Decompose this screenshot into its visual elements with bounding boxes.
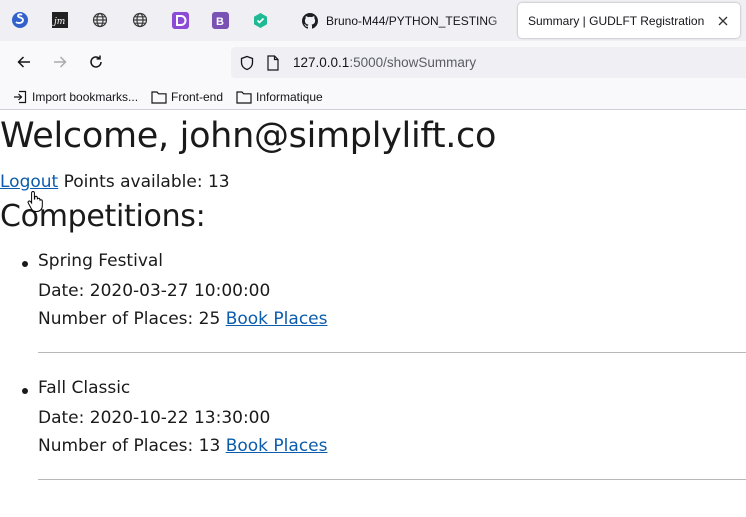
competition-date: Date: 2020-10-22 13:30:00 <box>38 408 271 428</box>
list-bullet <box>22 261 28 267</box>
competition-date: Date: 2020-03-27 10:00:00 <box>38 281 271 301</box>
bookmark-label: Informatique <box>256 90 323 104</box>
bookmark-folder-informatique[interactable]: Informatique <box>236 88 323 106</box>
divider <box>38 479 746 480</box>
book-places-link[interactable]: Book Places <box>226 309 328 329</box>
close-icon <box>718 16 728 25</box>
svg-text:jm: jm <box>52 17 65 27</box>
github-icon <box>302 12 318 29</box>
pinned-tab-globe-2[interactable] <box>129 9 151 31</box>
bootstrap-icon: B <box>211 11 229 29</box>
url-text[interactable]: 127.0.0.1:5000/showSummary <box>293 55 476 70</box>
tab-github[interactable]: Bruno-M44/PYTHON_TESTING <box>290 3 516 38</box>
arrow-right-icon <box>54 56 67 68</box>
list-bullet <box>22 388 28 394</box>
pinned-tab-simplenote[interactable] <box>9 9 31 31</box>
competition-places: Number of Places: 25 Book Places <box>38 309 328 329</box>
arrow-left-icon <box>17 56 30 68</box>
url-path: :5000/showSummary <box>349 55 477 70</box>
globe-icon <box>132 12 148 28</box>
reload-icon <box>90 55 102 68</box>
pinned-tab-d-app[interactable] <box>169 9 191 31</box>
bookmark-folder-front-end[interactable]: Front-end <box>151 88 223 106</box>
simplenote-icon <box>12 12 28 28</box>
places-count: Number of Places: 13 <box>38 436 221 456</box>
import-icon <box>12 89 28 105</box>
bookmarks-toolbar: Import bookmarks... Front-end Informatiq… <box>0 83 746 110</box>
pinned-tab-jm[interactable]: jm <box>49 9 71 31</box>
pinned-tab-globe-1[interactable] <box>89 9 111 31</box>
globe-icon <box>92 12 108 28</box>
places-count: Number of Places: 25 <box>38 309 221 329</box>
bookmark-label: Front-end <box>171 90 224 104</box>
bookmark-import[interactable]: Import bookmarks... <box>12 88 138 106</box>
page-content: Welcome, john@simplylift.co Logout Point… <box>0 111 746 517</box>
shield-icon[interactable] <box>238 54 256 72</box>
competition-name: Fall Classic <box>38 378 131 398</box>
hexagon-app-icon <box>253 12 267 28</box>
hand-pointer-icon <box>27 190 43 212</box>
svg-text:B: B <box>216 16 224 28</box>
bookmark-label: Import bookmarks... <box>32 90 139 104</box>
book-places-link[interactable]: Book Places <box>226 436 328 456</box>
reload-button[interactable] <box>84 50 108 74</box>
user-status-line: Logout Points available: 13 <box>0 172 230 192</box>
address-bar[interactable]: 127.0.0.1:5000/showSummary <box>231 47 746 78</box>
divider <box>38 352 746 353</box>
points-available: Points available: 13 <box>63 172 230 192</box>
navigation-toolbar: 127.0.0.1:5000/showSummary <box>0 41 746 83</box>
competition-places: Number of Places: 13 Book Places <box>38 436 328 456</box>
d-app-icon <box>171 11 189 29</box>
folder-icon <box>236 89 252 105</box>
tab-summary-active[interactable]: Summary | GUDLFT Registration <box>518 3 740 38</box>
competition-name: Spring Festival <box>38 251 164 271</box>
pinned-tab-hexagon-app[interactable] <box>249 9 271 31</box>
page-info-icon[interactable] <box>264 54 282 72</box>
url-host: 127.0.0.1 <box>293 55 350 70</box>
tab-title: Summary | GUDLFT Registration <box>528 13 705 28</box>
jm-icon: jm <box>52 12 68 28</box>
logout-link[interactable]: Logout <box>0 172 58 192</box>
folder-icon <box>151 89 167 105</box>
tab-strip: jm B Bruno-M44/PYTHON_TESTING Summary | … <box>0 0 746 41</box>
pinned-tab-bootstrap[interactable]: B <box>209 9 231 31</box>
forward-button[interactable] <box>48 50 72 74</box>
close-tab-button[interactable] <box>712 10 734 32</box>
tab-title: Bruno-M44/PYTHON_TESTING <box>326 13 498 28</box>
welcome-heading: Welcome, john@simplylift.co <box>0 116 497 156</box>
back-button[interactable] <box>12 50 36 74</box>
